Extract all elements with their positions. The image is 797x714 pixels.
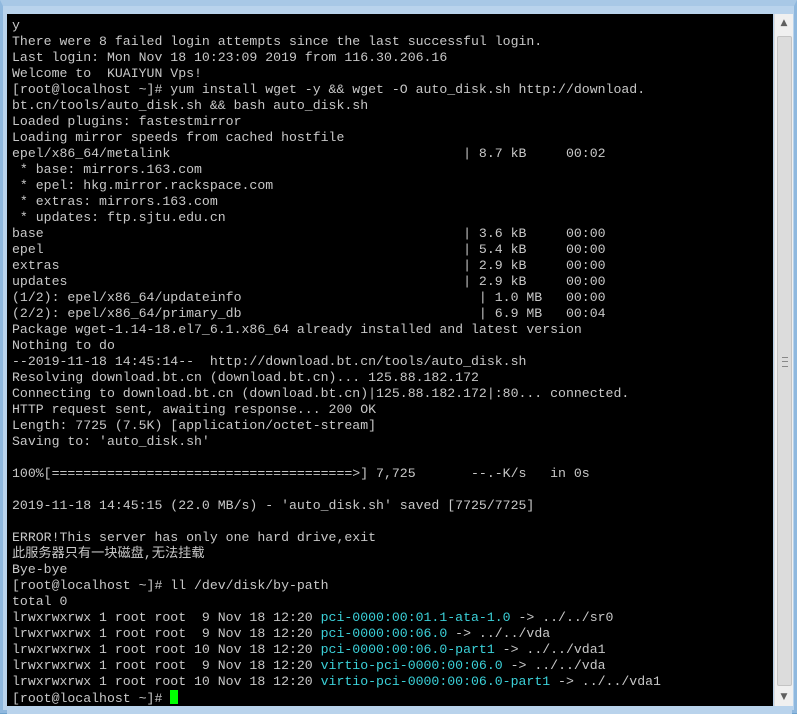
terminal-line: Saving to: 'auto_disk.sh' bbox=[12, 434, 210, 449]
symlink-target: -> ../../sr0 bbox=[510, 610, 614, 625]
ls-entry-row: lrwxrwxrwx 1 root root 10 Nov 18 12:20 p… bbox=[12, 642, 661, 658]
terminal-line: bt.cn/tools/auto_disk.sh && bash auto_di… bbox=[12, 98, 369, 113]
terminal-line: Resolving download.bt.cn (download.bt.cn… bbox=[12, 370, 479, 385]
terminal-line: (2/2): epel/x86_64/primary_db | 6.9 MB 0… bbox=[12, 306, 606, 321]
terminal-line: Loaded plugins: fastestmirror bbox=[12, 114, 242, 129]
terminal-line: * extras: mirrors.163.com bbox=[12, 194, 218, 209]
terminal-line: base | 3.6 kB 00:00 bbox=[12, 226, 606, 241]
terminal-line: Package wget-1.14-18.el7_6.1.x86_64 alre… bbox=[12, 322, 582, 337]
ls-entry-row: lrwxrwxrwx 1 root root 9 Nov 18 12:20 pc… bbox=[12, 610, 661, 626]
terminal-line: y bbox=[12, 18, 20, 33]
grip-icon bbox=[782, 357, 788, 367]
terminal-line: Welcome to KUAIYUN Vps! bbox=[12, 66, 202, 81]
terminal-line: --2019-11-18 14:45:14-- http://download.… bbox=[12, 354, 527, 369]
symlink-name: pci-0000:00:01.1-ata-1.0 bbox=[320, 610, 511, 625]
terminal-line: Last login: Mon Nov 18 10:23:09 2019 fro… bbox=[12, 50, 448, 65]
symlink-target: -> ../../vda bbox=[502, 658, 606, 673]
terminal-output-area[interactable]: y There were 8 failed login attempts sinc… bbox=[7, 14, 773, 706]
text-cursor bbox=[170, 690, 179, 704]
scroll-up-arrow-icon[interactable]: ▲ bbox=[775, 14, 793, 32]
terminal-window: y There were 8 failed login attempts sinc… bbox=[0, 0, 797, 714]
terminal-line: HTTP request sent, awaiting response... … bbox=[12, 402, 377, 417]
ls-entry-row: lrwxrwxrwx 1 root root 10 Nov 18 12:20 v… bbox=[12, 674, 661, 690]
prompt-line[interactable]: [root@localhost ~]# bbox=[12, 690, 661, 706]
ls-entry-meta: lrwxrwxrwx 1 root root 10 Nov 18 12:20 bbox=[12, 674, 321, 689]
vertical-scrollbar[interactable]: ▲ ▼ bbox=[774, 14, 793, 706]
terminal-line: Nothing to do bbox=[12, 338, 115, 353]
symlink-target: -> ../../vda1 bbox=[550, 674, 661, 689]
ls-entry-meta: lrwxrwxrwx 1 root root 9 Nov 18 12:20 bbox=[12, 658, 321, 673]
symlink-target: -> ../../vda1 bbox=[494, 642, 606, 657]
terminal-lines: y There were 8 failed login attempts sinc… bbox=[12, 18, 661, 706]
symlink-name: virtio-pci-0000:00:06.0-part1 bbox=[320, 674, 551, 689]
terminal-line: Bye-bye bbox=[12, 562, 68, 577]
symlink-target: -> ../../vda bbox=[447, 626, 551, 641]
symlink-name: pci-0000:00:06.0 bbox=[320, 626, 448, 641]
terminal-line: Loading mirror speeds from cached hostfi… bbox=[12, 130, 345, 145]
terminal-line: [root@localhost ~]# yum install wget -y … bbox=[12, 82, 646, 97]
ls-entry-meta: lrwxrwxrwx 1 root root 10 Nov 18 12:20 bbox=[12, 642, 321, 657]
terminal-line: 此服务器只有一块磁盘,无法挂载 bbox=[12, 546, 205, 561]
terminal-line: epel | 5.4 kB 00:00 bbox=[12, 242, 606, 257]
ls-entry-row: lrwxrwxrwx 1 root root 9 Nov 18 12:20 vi… bbox=[12, 658, 661, 674]
terminal-line: 2019-11-18 14:45:15 (22.0 MB/s) - 'auto_… bbox=[12, 498, 535, 513]
ls-entry-row: lrwxrwxrwx 1 root root 9 Nov 18 12:20 pc… bbox=[12, 626, 661, 642]
ls-entry-meta: lrwxrwxrwx 1 root root 9 Nov 18 12:20 bbox=[12, 610, 321, 625]
terminal-line: * epel: hkg.mirror.rackspace.com bbox=[12, 178, 274, 193]
terminal-line: Length: 7725 (7.5K) [application/octet-s… bbox=[12, 418, 377, 433]
terminal-line: total 0 bbox=[12, 594, 68, 609]
scroll-down-arrow-icon[interactable]: ▼ bbox=[775, 688, 793, 706]
terminal-line: epel/x86_64/metalink | 8.7 kB 00:02 bbox=[12, 146, 606, 161]
scrollbar-thumb[interactable] bbox=[777, 36, 792, 686]
ls-entry-meta: lrwxrwxrwx 1 root root 9 Nov 18 12:20 bbox=[12, 626, 321, 641]
terminal-line: updates | 2.9 kB 00:00 bbox=[12, 274, 606, 289]
terminal-line: Connecting to download.bt.cn (download.b… bbox=[12, 386, 630, 401]
terminal-line: * updates: ftp.sjtu.edu.cn bbox=[12, 210, 226, 225]
symlink-name: pci-0000:00:06.0-part1 bbox=[320, 642, 495, 657]
shell-prompt: [root@localhost ~]# bbox=[12, 691, 171, 706]
terminal-line: ERROR!This server has only one hard driv… bbox=[12, 530, 377, 545]
terminal-line: extras | 2.9 kB 00:00 bbox=[12, 258, 606, 273]
terminal-line: [root@localhost ~]# ll /dev/disk/by-path bbox=[12, 578, 329, 593]
terminal-line: (1/2): epel/x86_64/updateinfo | 1.0 MB 0… bbox=[12, 290, 606, 305]
terminal-line: 100%[===================================… bbox=[12, 466, 590, 481]
terminal-line: * base: mirrors.163.com bbox=[12, 162, 202, 177]
symlink-name: virtio-pci-0000:00:06.0 bbox=[320, 658, 503, 673]
terminal-line: There were 8 failed login attempts since… bbox=[12, 34, 543, 49]
